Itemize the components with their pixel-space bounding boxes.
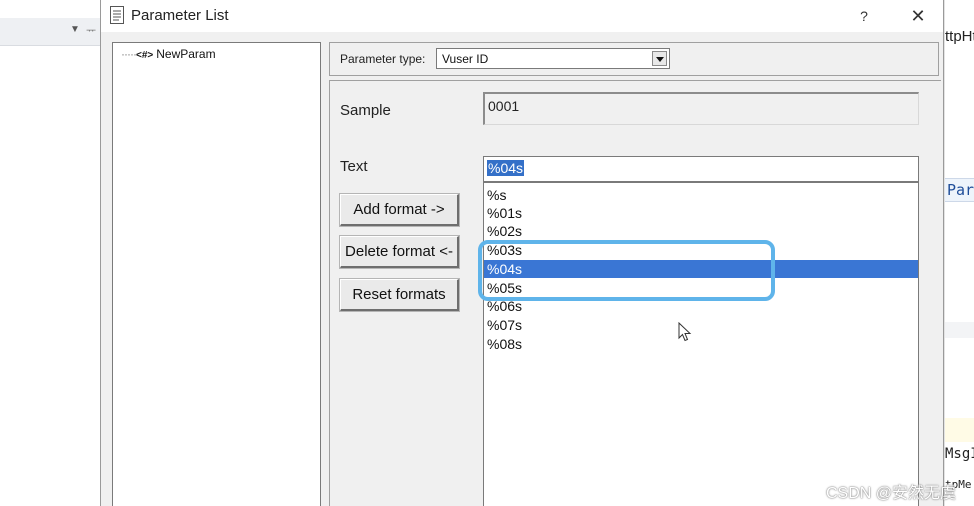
chevron-down-icon[interactable] bbox=[652, 51, 667, 66]
list-item[interactable]: %06s bbox=[484, 297, 918, 315]
pin-icon[interactable]: ᅲ bbox=[86, 22, 96, 38]
list-item[interactable]: %s bbox=[484, 186, 918, 204]
parameter-type-bar: Parameter type: Vuser ID bbox=[329, 42, 939, 76]
background-left-panel: ▼ ᅲ bbox=[0, 0, 100, 506]
document-list-icon bbox=[110, 6, 124, 24]
text-format-input[interactable]: %04s bbox=[483, 156, 919, 182]
dialog-titlebar[interactable]: Parameter List ? ✕ bbox=[101, 0, 943, 32]
list-item[interactable]: %07s bbox=[484, 316, 918, 334]
delete-format-button[interactable]: Delete format <- bbox=[340, 236, 459, 268]
list-item[interactable]: %01s bbox=[484, 204, 918, 222]
list-item[interactable]: %03s bbox=[484, 241, 918, 259]
format-list[interactable]: %s %01s %02s %03s %04s %05s %06s %07s %0… bbox=[483, 182, 919, 506]
list-item[interactable]: %05s bbox=[484, 279, 918, 297]
dialog-title: Parameter List bbox=[131, 7, 229, 24]
panel-splitter[interactable] bbox=[321, 42, 329, 506]
list-item[interactable]: %08s bbox=[484, 335, 918, 353]
text-label: Text bbox=[340, 158, 368, 175]
watermark: CSDN @安然无虞 bbox=[826, 485, 957, 502]
dropdown-arrow-icon[interactable]: ▼ bbox=[70, 24, 80, 35]
sample-label: Sample bbox=[340, 102, 391, 119]
list-item-selected[interactable]: %04s bbox=[484, 260, 918, 278]
parameter-type-select[interactable]: Vuser ID bbox=[436, 48, 670, 69]
background-code-fragment: ttpHt bbox=[945, 28, 974, 45]
reset-formats-button[interactable]: Reset formats bbox=[340, 279, 459, 311]
background-band bbox=[945, 322, 974, 338]
parameter-type-value: Vuser ID bbox=[442, 52, 489, 66]
mouse-cursor-icon bbox=[678, 322, 692, 342]
parameter-type-label: Parameter type: bbox=[340, 52, 426, 66]
background-code-fragment: Par bbox=[945, 178, 974, 202]
tree-item-label: NewParam bbox=[156, 47, 216, 61]
parameter-tree[interactable]: ·····<#> NewParam bbox=[112, 42, 321, 506]
help-button[interactable]: ? bbox=[847, 4, 881, 28]
parameter-list-dialog: Parameter List ? ✕ ·····<#> NewParam Para… bbox=[100, 0, 944, 506]
tree-item-newparam[interactable]: ·····<#> NewParam bbox=[121, 47, 216, 61]
list-item[interactable]: %02s bbox=[484, 222, 918, 240]
background-toolbar bbox=[0, 18, 100, 46]
tree-connector: ····· bbox=[121, 47, 137, 61]
background-code-fragment: MsgI bbox=[945, 446, 974, 462]
add-format-button[interactable]: Add format -> bbox=[340, 194, 459, 226]
sample-field: 0001 bbox=[483, 92, 919, 125]
selected-text: %04s bbox=[487, 160, 525, 176]
close-button[interactable]: ✕ bbox=[901, 4, 935, 28]
parameter-tag-icon: <#> bbox=[135, 50, 154, 61]
background-right-panel: ttpHt Par MsgI tpMe bbox=[944, 0, 974, 506]
background-band bbox=[945, 418, 974, 442]
